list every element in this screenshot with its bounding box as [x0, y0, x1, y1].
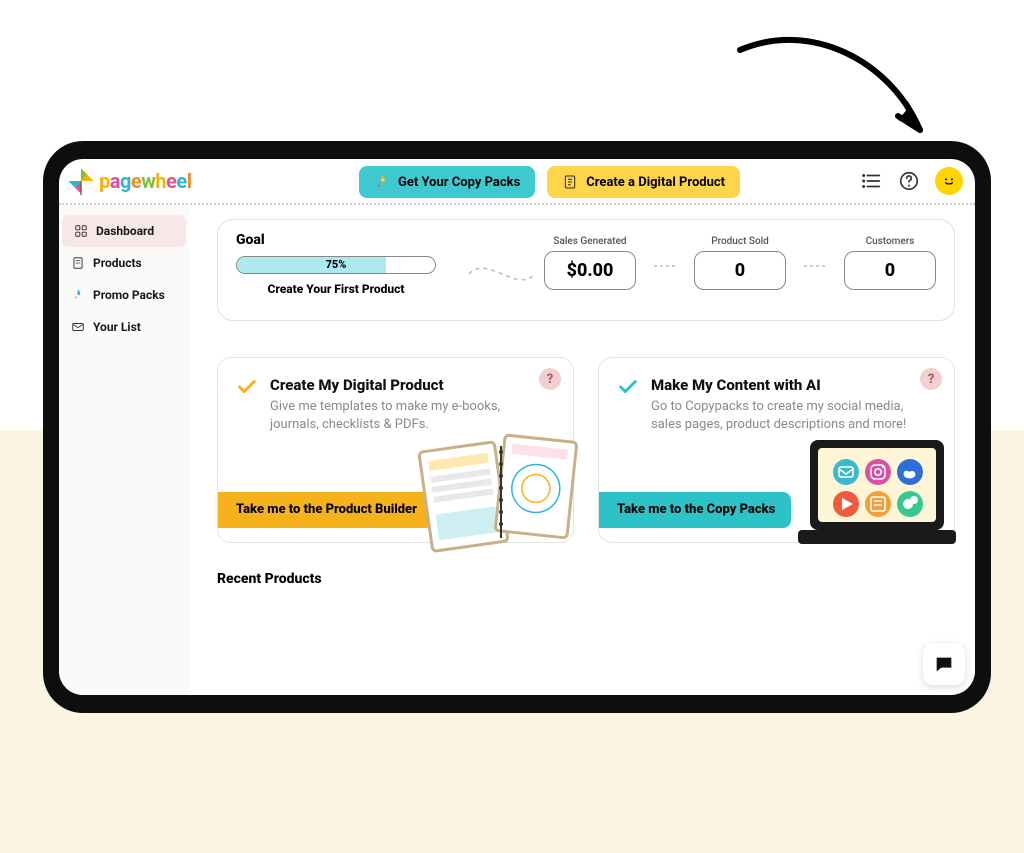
sidebar-item-your-list[interactable]: Your List — [59, 311, 189, 343]
planner-illustration-icon — [411, 426, 581, 556]
grid-icon — [74, 224, 88, 238]
sidebar: Dashboard Products Promo Packs Your List — [59, 205, 189, 695]
cta-copy-packs[interactable]: Take me to the Copy Packs — [599, 492, 791, 528]
card-ai-content: ? Make My Content with AI Go to Copypack… — [598, 357, 955, 543]
brand-logo[interactable]: pagewheel — [67, 167, 192, 195]
card-title: Create My Digital Product — [270, 376, 530, 394]
sidebar-item-label: Dashboard — [96, 224, 154, 238]
card-title: Make My Content with AI — [651, 376, 911, 394]
dash-icon — [804, 236, 826, 286]
metric-label: Customers — [844, 236, 936, 247]
dash-icon — [654, 236, 676, 286]
sidebar-item-products[interactable]: Products — [59, 247, 189, 279]
avatar-smiley[interactable] — [935, 167, 963, 195]
metric-value: $0.00 — [544, 251, 636, 290]
sidebar-item-dashboard[interactable]: Dashboard — [62, 215, 186, 247]
help-icon[interactable] — [897, 169, 921, 193]
list-icon[interactable] — [859, 169, 883, 193]
metric-sales: Sales Generated $0.00 — [544, 236, 636, 290]
sidebar-item-label: Products — [93, 256, 142, 270]
metric-products: Product Sold 0 — [694, 236, 786, 290]
brand-text: pagewheel — [99, 169, 192, 193]
main-content: Goal 75% Create Your First Product Sales… — [189, 205, 975, 695]
metric-value: 0 — [844, 251, 936, 290]
help-badge[interactable]: ? — [539, 368, 561, 390]
rocket-icon — [374, 174, 390, 190]
progress-bar: 75% — [236, 256, 436, 274]
cta-product-builder[interactable]: Take me to the Product Builder — [218, 492, 433, 528]
progress-label: 75% — [237, 258, 435, 271]
sidebar-item-promo-packs[interactable]: Promo Packs — [59, 279, 189, 311]
app-screen: pagewheel Get Your Copy Packs Create a D… — [59, 159, 975, 695]
recent-products-heading: Recent Products — [217, 571, 955, 587]
document-icon — [562, 174, 578, 190]
get-copy-packs-label: Get Your Copy Packs — [398, 175, 520, 190]
dashed-path-icon — [467, 250, 534, 304]
metric-customers: Customers 0 — [844, 236, 936, 290]
goal-card: Goal 75% Create Your First Product Sales… — [217, 219, 955, 321]
check-icon — [236, 376, 258, 398]
tablet-frame: pagewheel Get Your Copy Packs Create a D… — [43, 141, 991, 713]
page-icon — [71, 256, 85, 270]
get-copy-packs-button[interactable]: Get Your Copy Packs — [359, 166, 535, 198]
help-badge[interactable]: ? — [920, 368, 942, 390]
metric-label: Product Sold — [694, 236, 786, 247]
create-product-button[interactable]: Create a Digital Product — [547, 166, 740, 198]
pinwheel-icon — [67, 167, 95, 195]
goal-subtitle: Create Your First Product — [236, 282, 436, 296]
sidebar-item-label: Your List — [93, 320, 141, 334]
cta-label: Take me to the Product Builder — [236, 502, 417, 517]
create-product-label: Create a Digital Product — [586, 175, 725, 190]
pointer-arrow-icon — [720, 30, 940, 170]
mail-icon — [71, 320, 85, 334]
check-icon — [617, 376, 639, 398]
goal-title: Goal — [236, 232, 457, 248]
rocket-small-icon — [71, 288, 85, 302]
cta-label: Take me to the Copy Packs — [617, 502, 775, 517]
chat-icon — [933, 653, 955, 675]
card-create-product: ? Create My Digital Product Give me temp… — [217, 357, 574, 543]
chat-launcher[interactable] — [923, 643, 965, 685]
metrics: Sales Generated $0.00 Product Sold 0 Cus… — [544, 232, 936, 304]
laptop-illustration-icon — [792, 426, 962, 556]
metric-value: 0 — [694, 251, 786, 290]
sidebar-item-label: Promo Packs — [93, 288, 165, 302]
metric-label: Sales Generated — [544, 236, 636, 247]
